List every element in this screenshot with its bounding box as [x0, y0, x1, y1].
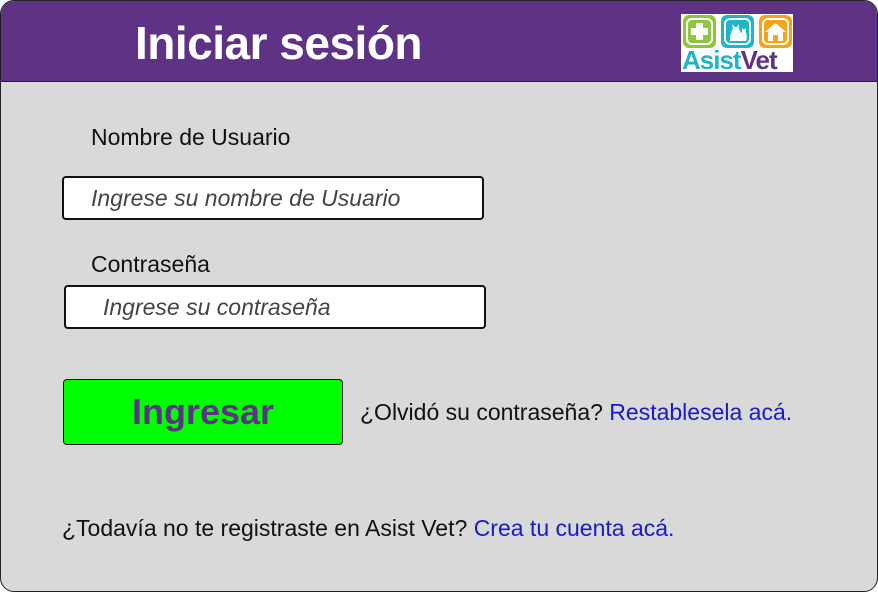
house-icon: [759, 15, 792, 48]
plus-icon: [683, 15, 716, 48]
asistvet-logo: AsistVet: [681, 14, 793, 75]
pet-icon: [721, 15, 754, 48]
header-bar: Iniciar sesión AsistVet: [1, 1, 877, 82]
logo-text-vet: Vet: [740, 45, 778, 75]
password-label: Contraseña: [91, 251, 210, 277]
register-prompt: ¿Todavía no te registraste en Asist Vet?: [62, 515, 468, 541]
login-button[interactable]: Ingresar: [63, 379, 343, 445]
login-card: Iniciar sesión AsistVet Nombre de Usuari…: [0, 0, 878, 592]
reset-password-link[interactable]: Restablesela acá.: [609, 399, 792, 425]
forgot-password-row: ¿Olvidó su contraseña? Restablesela acá.: [360, 398, 792, 426]
create-account-link[interactable]: Crea tu cuenta acá.: [474, 515, 675, 541]
username-input[interactable]: [62, 176, 484, 220]
password-input[interactable]: [64, 285, 486, 329]
page-title: Iniciar sesión: [135, 17, 423, 69]
logo-wordmark: AsistVet: [682, 45, 778, 75]
register-row: ¿Todavía no te registraste en Asist Vet?…: [62, 514, 674, 542]
forgot-password-prompt: ¿Olvidó su contraseña?: [360, 399, 603, 425]
logo-text-asist: Asist: [682, 45, 742, 75]
username-label: Nombre de Usuario: [91, 124, 291, 150]
